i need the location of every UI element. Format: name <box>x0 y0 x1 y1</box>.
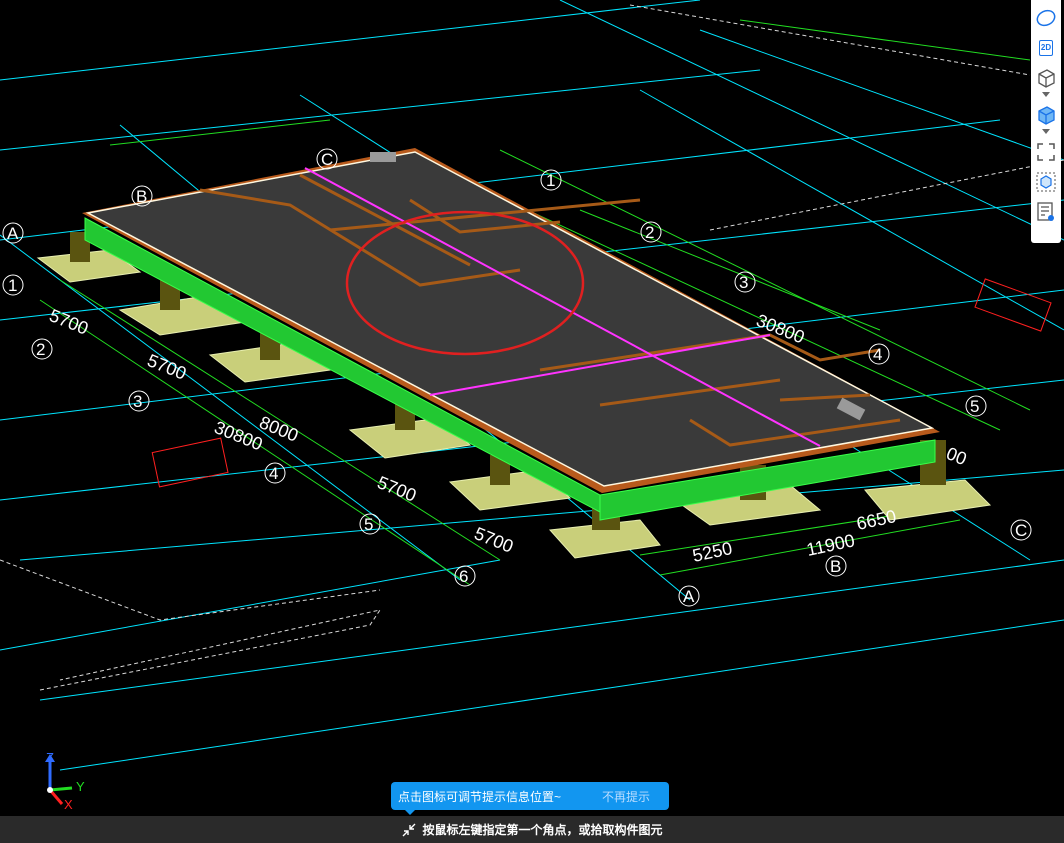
axis-label-3-left: 3 <box>133 392 142 411</box>
axis-gizmo: Z Y X <box>38 750 98 812</box>
crosshair-pick-icon[interactable] <box>401 822 417 838</box>
axis-label-2-right: 2 <box>645 223 654 242</box>
axis-label-5-left: 5 <box>364 515 373 534</box>
axis-label-5-right: 5 <box>970 397 979 416</box>
tip-balloon[interactable]: 点击图标可调节提示信息位置~ 不再提示 <box>391 782 669 815</box>
axis-label-b-bottom: B <box>830 557 841 576</box>
dim-bottom-1: 5250 <box>691 538 734 566</box>
axis-label-3-right: 3 <box>739 273 748 292</box>
render-mode-dropdown-caret[interactable] <box>1042 129 1050 134</box>
cad-3d-viewport[interactable]: A 1 2 3 4 5 6 A B C B C 1 2 3 4 5 5700 5… <box>0 0 1064 816</box>
gizmo-x-label: X <box>64 797 73 810</box>
axis-label-4-left: 4 <box>269 464 278 483</box>
axis-label-b-top: B <box>136 187 147 206</box>
gizmo-y-label: Y <box>76 779 85 794</box>
gizmo-origin <box>47 787 53 793</box>
axis-label-a-bottom: A <box>683 587 695 606</box>
dont-show-again-link[interactable]: 不再提示 <box>602 788 650 805</box>
2d-view-button[interactable]: 2D <box>1034 36 1058 60</box>
dim-left-2: 5700 <box>145 350 190 384</box>
dim-right-partial: 00 <box>944 443 970 469</box>
gizmo-z-label: Z <box>46 750 54 765</box>
dim-bottom-total: 11900 <box>805 530 857 560</box>
cube-solid-icon <box>1038 106 1055 125</box>
view-cube-button[interactable] <box>1034 170 1058 194</box>
3d-view-dropdown-caret[interactable] <box>1042 92 1050 97</box>
fullscreen-icon <box>1037 143 1055 161</box>
view-toolbar: 2D <box>1031 0 1061 243</box>
tip-arrow <box>405 810 415 815</box>
3d-wireframe-button[interactable] <box>1034 66 1058 90</box>
axis-label-1-right: 1 <box>546 171 555 190</box>
2d-view-icon: 2D <box>1038 40 1054 56</box>
axis-label-c-bottom: C <box>1015 521 1027 540</box>
dim-bottom-2: 6650 <box>855 506 898 534</box>
dim-left-5: 5700 <box>472 523 517 557</box>
view-cube-icon <box>1036 172 1056 192</box>
list-settings-icon <box>1037 202 1054 221</box>
tip-message: 点击图标可调节提示信息位置~ <box>398 789 562 804</box>
axis-label-4-right: 4 <box>873 345 882 364</box>
axis-label-a-left: A <box>7 224 19 243</box>
3d-solid-button[interactable] <box>1034 103 1058 127</box>
orbit-icon <box>1036 9 1056 27</box>
orbit-button[interactable] <box>1034 6 1058 30</box>
display-settings-button[interactable] <box>1034 200 1058 224</box>
axis-label-c-top: C <box>321 150 333 169</box>
axis-label-2-left: 2 <box>36 340 45 359</box>
dim-left-4: 5700 <box>375 472 420 506</box>
cube-outline-icon <box>1038 69 1055 88</box>
dim-left-total: 30800 <box>212 417 266 454</box>
zoom-extents-button[interactable] <box>1034 140 1058 164</box>
axis-label-1-left: 1 <box>8 276 17 295</box>
command-prompt-text: 按鼠标左键指定第一个角点，或拾取构件图元 <box>422 823 663 837</box>
axis-label-6-left: 6 <box>459 567 468 586</box>
command-prompt-bar: 按鼠标左键指定第一个角点，或拾取构件图元 <box>0 816 1064 843</box>
y-axis-line <box>49 786 73 792</box>
